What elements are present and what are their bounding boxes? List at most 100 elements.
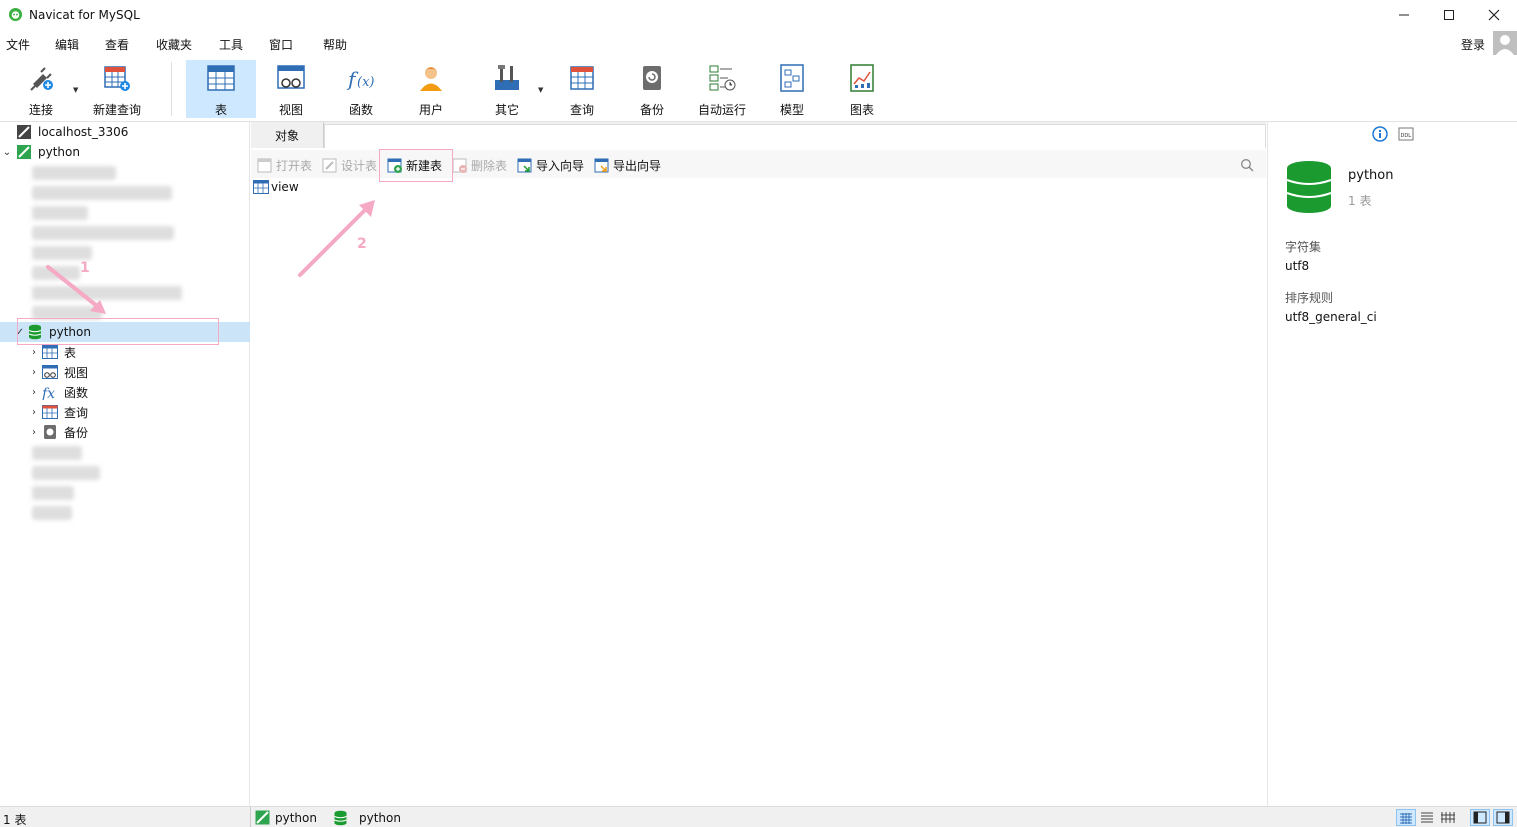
plug-icon — [30, 67, 53, 91]
import-wizard-button[interactable]: 导入向导 — [517, 156, 584, 174]
status-divider — [250, 807, 251, 827]
model-icon — [780, 64, 804, 92]
other-label: 其它 — [494, 103, 519, 117]
left-panel-toggle[interactable] — [1470, 809, 1490, 826]
export-wizard-label: 导出向导 — [613, 158, 662, 173]
connection-name: python — [38, 145, 80, 159]
status-database: python — [359, 811, 401, 825]
panel-right-icon — [1496, 811, 1510, 824]
tree-item-tables[interactable]: › 表 — [0, 342, 250, 362]
user-icon — [420, 67, 442, 91]
table-icon — [207, 65, 235, 91]
object-pane: 对象 打开表 设计表 新建表 删除表 导入向导 导出向导 view 2 — [251, 122, 1266, 806]
query-icon — [570, 66, 594, 90]
user-button[interactable]: 用户 — [402, 60, 460, 118]
autorun-icon — [709, 65, 736, 91]
login-link[interactable]: 登录 — [1461, 36, 1485, 53]
annotation-highlight-box — [17, 318, 219, 345]
info-db-name: python — [1348, 168, 1394, 183]
svg-text:fx: fx — [42, 386, 55, 400]
chevron-right-icon[interactable]: › — [0, 347, 42, 358]
redacted-db-row — [32, 486, 74, 500]
table-icon — [42, 345, 58, 359]
tree-item-queries[interactable]: › 查询 — [0, 402, 250, 422]
tree-item-views[interactable]: › 视图 — [0, 362, 250, 382]
tab-objects[interactable]: 对象 — [251, 122, 324, 148]
detail-view-icon[interactable] — [1440, 810, 1456, 825]
tab-bar: 对象 — [251, 122, 1266, 148]
tree-connection-python[interactable]: ⌄ python — [0, 142, 250, 162]
charset-label: 字符集 — [1285, 240, 1322, 254]
menu-window[interactable]: 窗口 — [269, 36, 293, 53]
redacted-db-row — [32, 246, 92, 260]
minimize-button[interactable] — [1381, 0, 1427, 30]
connect-dropdown-icon[interactable]: ▼ — [73, 86, 78, 94]
query-label: 查询 — [569, 103, 594, 117]
menu-help[interactable]: 帮助 — [323, 36, 347, 53]
menu-edit[interactable]: 编辑 — [55, 36, 79, 53]
avatar[interactable] — [1493, 31, 1517, 55]
tree-item-label: 备份 — [64, 425, 89, 440]
delete-table-label: 删除表 — [471, 158, 508, 173]
redacted-db-row — [32, 206, 88, 220]
query-icon — [42, 405, 58, 419]
other-dropdown-icon[interactable]: ▼ — [538, 86, 543, 94]
tree-connection-localhost[interactable]: localhost_3306 — [0, 122, 250, 142]
new-query-button[interactable]: 新建查询 — [88, 60, 146, 118]
tree-item-functions[interactable]: › fx 函数 — [0, 382, 250, 402]
connect-button[interactable]: 连接 — [12, 60, 70, 118]
chart-button[interactable]: 图表 — [833, 60, 891, 118]
info-icon[interactable] — [1372, 126, 1388, 142]
table-button[interactable]: 表 — [186, 60, 256, 118]
design-table-label: 设计表 — [341, 158, 378, 173]
backup-button[interactable]: 备份 — [623, 60, 681, 118]
ddl-icon[interactable]: DDL — [1398, 127, 1414, 141]
tree-item-backups[interactable]: › 备份 — [0, 422, 250, 442]
function-label: 函数 — [348, 103, 373, 117]
other-button[interactable]: 其它 — [478, 60, 536, 118]
export-wizard-button[interactable]: 导出向导 — [594, 156, 661, 174]
menu-file[interactable]: 文件 — [6, 36, 30, 53]
backup-icon — [44, 425, 56, 439]
user-avatar-icon — [1496, 35, 1514, 55]
tree-item-label: 查询 — [64, 405, 89, 420]
open-table-label: 打开表 — [276, 158, 313, 173]
chart-label: 图表 — [849, 103, 874, 117]
chevron-down-icon[interactable]: ⌄ — [0, 147, 14, 158]
model-button[interactable]: 模型 — [763, 60, 821, 118]
menu-view[interactable]: 查看 — [105, 36, 129, 53]
search-icon[interactable] — [1240, 158, 1254, 172]
chevron-right-icon[interactable]: › — [0, 367, 42, 378]
annotation-highlight-box — [379, 149, 453, 182]
design-table-button[interactable]: 设计表 — [322, 156, 377, 174]
maximize-icon — [1444, 10, 1454, 20]
annotation-number: 2 — [357, 236, 367, 252]
model-label: 模型 — [779, 103, 804, 117]
right-panel-toggle[interactable] — [1493, 809, 1513, 826]
menu-favorites[interactable]: 收藏夹 — [156, 36, 192, 53]
close-button[interactable] — [1471, 0, 1517, 30]
redacted-db-row — [32, 166, 116, 180]
status-connection: python — [275, 811, 317, 825]
chevron-right-icon[interactable]: › — [0, 427, 42, 438]
chevron-right-icon[interactable]: › — [0, 387, 42, 398]
delete-table-button[interactable]: 删除表 — [452, 156, 507, 174]
grid-view-toggle[interactable] — [1396, 809, 1416, 826]
table-icon — [253, 180, 269, 194]
view-button[interactable]: 视图 — [262, 60, 320, 118]
function-button[interactable]: f (x) 函数 — [332, 60, 390, 118]
menu-tools[interactable]: 工具 — [219, 36, 243, 53]
mysql-connection-icon — [17, 145, 31, 159]
autorun-button[interactable]: 自动运行 — [693, 60, 751, 118]
list-view-icon[interactable] — [1419, 810, 1435, 825]
info-pane: DDL python 1 表 字符集 utf8 排序规则 utf8_genera… — [1267, 122, 1517, 806]
navicat-window: Navicat for MySQL 文件 编辑 查看 收藏夹 工具 窗口 帮助 … — [0, 0, 1517, 827]
query-button[interactable]: 查询 — [553, 60, 611, 118]
design-table-icon — [322, 158, 337, 172]
svg-text:(x): (x) — [357, 75, 374, 90]
chevron-right-icon[interactable]: › — [0, 407, 42, 418]
open-table-button[interactable]: 打开表 — [257, 156, 312, 174]
navicat-logo-icon — [8, 7, 23, 22]
collation-value: utf8_general_ci — [1285, 310, 1377, 324]
maximize-button[interactable] — [1426, 0, 1472, 30]
